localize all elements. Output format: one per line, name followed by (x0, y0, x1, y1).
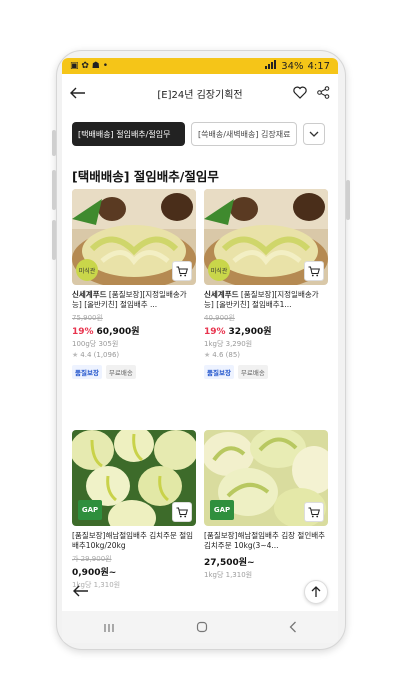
heart-icon[interactable] (293, 84, 307, 103)
product-image[interactable]: 미식관 (72, 189, 196, 285)
sale-price: 32,900원 (228, 327, 272, 337)
chevron-down-icon[interactable] (303, 123, 325, 145)
original-price: 40,900원 (204, 314, 235, 322)
battery-percent: 34% (281, 60, 304, 72)
status-bar: ▣ ✿ ☗ • 34% 4:17 (62, 58, 338, 74)
back-icon[interactable] (70, 84, 86, 103)
tag-free-shipping: 무료배송 (105, 365, 136, 379)
product-name[interactable]: [품질보장]해남절임배추 김장 절인배추 김치주문 10kg(3~4... (204, 531, 328, 551)
system-nav-bar (62, 611, 338, 643)
scroll-to-top-button[interactable] (304, 580, 328, 604)
price-line: 19% 60,900원 (72, 324, 196, 337)
product-name[interactable]: 신세계푸드 [품질보장][지정일배송가능] [올반키친] 절임배추 ... (72, 290, 196, 310)
cart-icon[interactable] (304, 502, 324, 522)
cart-icon[interactable] (172, 261, 192, 281)
product-card[interactable]: GAP [품질보장]해남절임배추 김치주문 절임배추10kg/20kg 가 29… (72, 430, 196, 590)
unit-price: 1kg당 3,290원 (204, 340, 253, 348)
rating: ★ 4.4 (1,096) (72, 351, 120, 359)
category-chips: [택배배송] 절임배추/절임무 [쓱배송/새벽배송] 김장재료 (72, 122, 332, 146)
star-icon: ★ (204, 351, 211, 359)
tag-list: 품질보장 무료배송 (204, 365, 328, 379)
gap-certification-badge: GAP (78, 500, 102, 520)
product-image[interactable]: 미식관 (204, 189, 328, 285)
home-icon[interactable] (196, 618, 208, 637)
phone-side-button (52, 130, 56, 156)
phone-power-button (346, 180, 350, 220)
sale-price: 27,500원~ (204, 558, 255, 568)
mishikgwan-badge: 미식관 (76, 259, 98, 281)
sale-price: 60,900원 (96, 327, 140, 337)
brand-name: 신세계푸드 (204, 290, 239, 299)
unit-price: 1kg당 1,310원 (204, 571, 253, 579)
cart-icon[interactable] (304, 261, 324, 281)
tag-quality: 품질보장 (72, 365, 102, 379)
product-card[interactable]: 미식관 신세계푸드 [품질보장][지정일배송가능] [올반키친] 절임배추1..… (204, 189, 328, 379)
rating: ★ 4.6 (85) (204, 351, 241, 359)
phone-side-button (52, 170, 56, 210)
product-card[interactable]: 미식관 신세계푸드 [품질보장][지정일배송가능] [올반키친] 절임배추 ..… (72, 189, 196, 379)
tag-list: 품질보장 무료배송 (72, 365, 196, 379)
tag-free-shipping: 무료배송 (237, 365, 268, 379)
app-screen: ▣ ✿ ☗ • 34% 4:17 [E]24년 김장기획전 [택배배송] 절임배… (62, 58, 338, 643)
discount-rate: 19% (72, 327, 94, 337)
section-title: [택배배송] 절임배추/절임무 (72, 169, 219, 184)
floating-back-button[interactable] (68, 578, 94, 604)
original-price: 75,900원 (72, 314, 103, 322)
tag-quality: 품질보장 (204, 365, 234, 379)
star-icon: ★ (72, 351, 79, 359)
cart-icon[interactable] (172, 502, 192, 522)
product-image[interactable]: GAP (72, 430, 196, 526)
product-card[interactable]: GAP [품질보장]해남절임배추 김장 절인배추 김치주문 10kg(3~4..… (204, 430, 328, 580)
arrow-up-icon (311, 586, 321, 597)
share-icon[interactable] (317, 84, 330, 103)
price-line: 19% 32,900원 (204, 324, 328, 337)
discount-rate: 19% (204, 327, 226, 337)
chip-ssg-delivery-kimjang[interactable]: [쓱배송/새벽배송] 김장재료 (191, 122, 297, 146)
gap-certification-badge: GAP (210, 500, 234, 520)
notification-icons: ▣ ✿ ☗ • (70, 61, 109, 71)
phone-side-button (52, 220, 56, 260)
original-price: 가 29,900원 (72, 555, 112, 563)
back-arrow-icon (73, 585, 88, 597)
chip-delivery-pickled-cabbage[interactable]: [택배배송] 절임배추/절임무 (72, 122, 185, 146)
unit-price: 100g당 305원 (72, 340, 119, 348)
product-name[interactable]: [품질보장]해남절임배추 김치주문 절임배추10kg/20kg (72, 531, 196, 551)
brand-name: 신세계푸드 (72, 290, 107, 299)
signal-icon (265, 60, 277, 72)
back-nav-icon[interactable] (289, 618, 297, 637)
sale-price: 0,900원~ (72, 568, 117, 578)
top-header: [E]24년 김장기획전 (62, 78, 338, 108)
product-name[interactable]: 신세계푸드 [품질보장][지정일배송가능] [올반키친] 절임배추1... (204, 290, 328, 310)
recent-apps-icon[interactable] (103, 618, 115, 637)
clock: 4:17 (307, 60, 330, 72)
product-image[interactable]: GAP (204, 430, 328, 526)
mishikgwan-badge: 미식관 (208, 259, 230, 281)
